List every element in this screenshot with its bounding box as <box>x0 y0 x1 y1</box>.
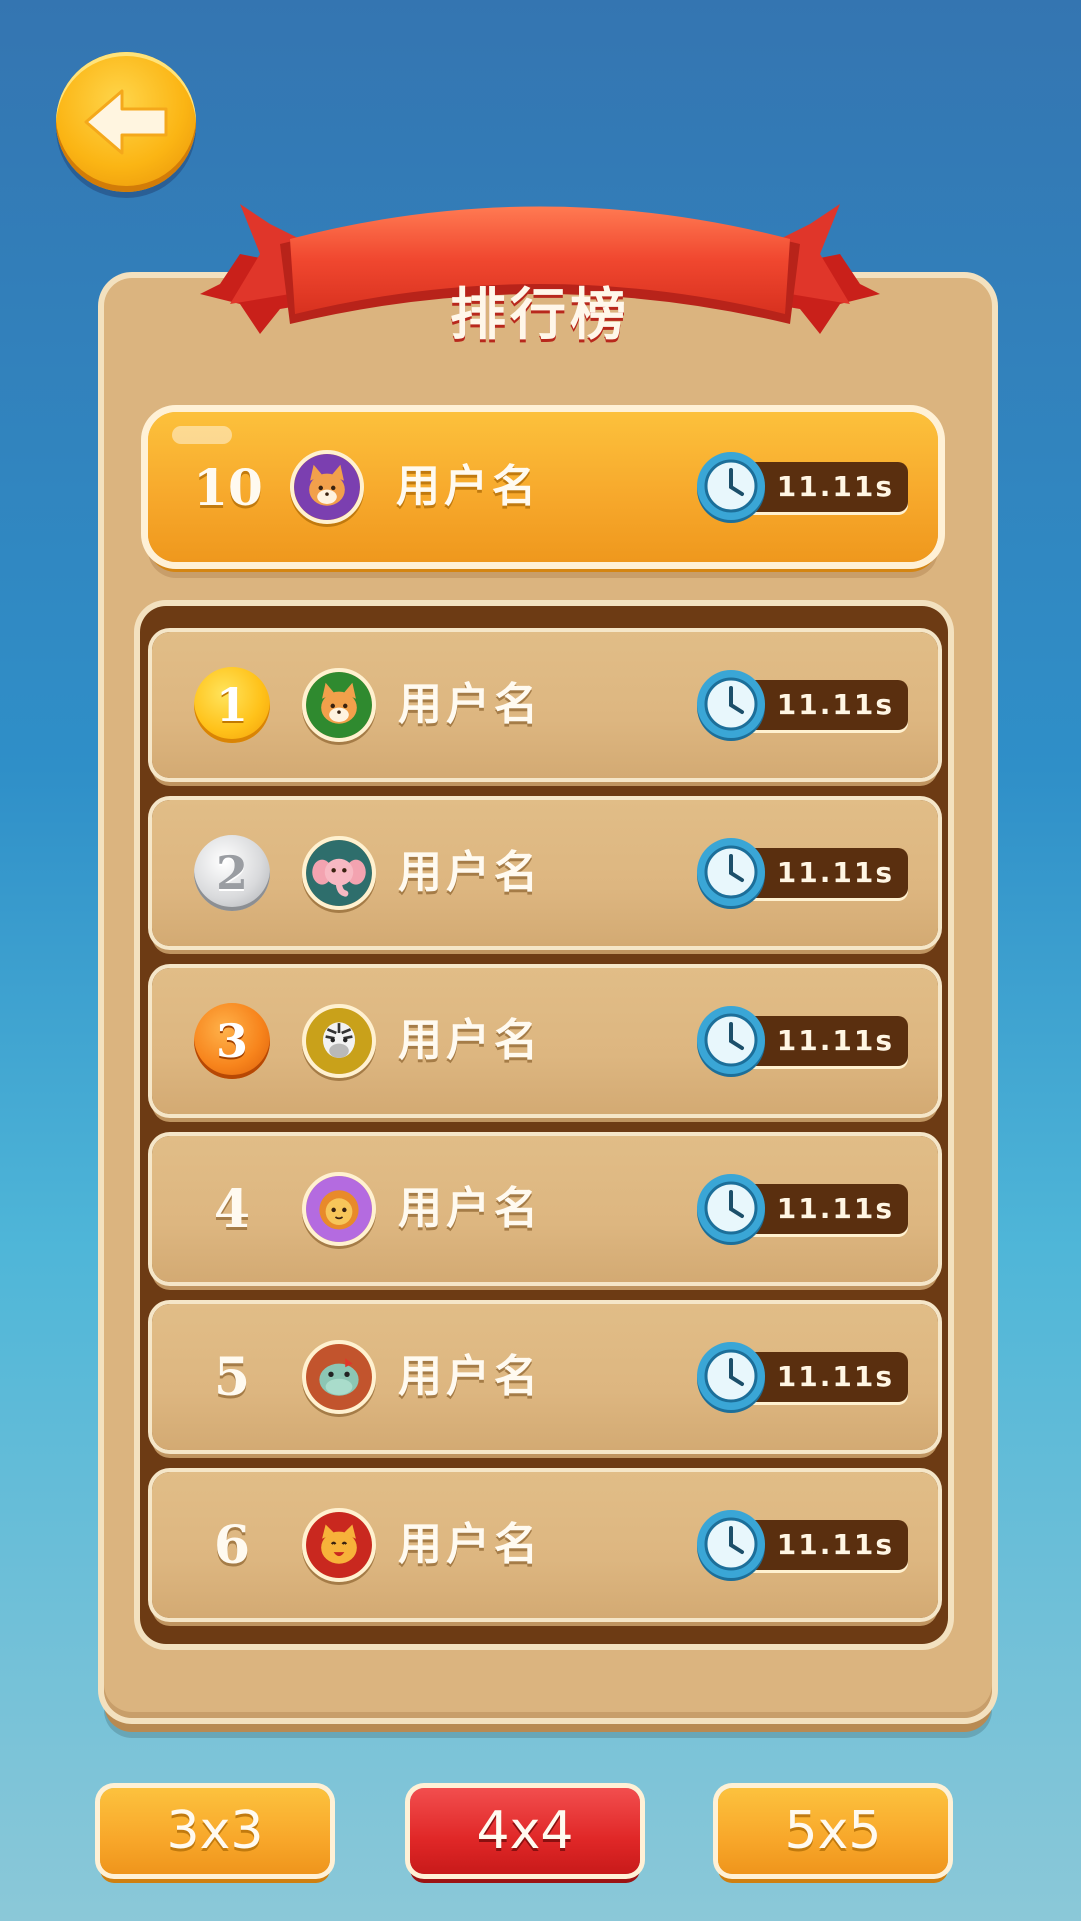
fox-avatar-icon <box>302 668 376 742</box>
clock-icon <box>694 836 768 910</box>
time-value: 11.11s <box>776 856 894 889</box>
list-item: 2 用户名 11.11s <box>152 800 938 946</box>
gold-medal-icon: 1 <box>182 665 282 745</box>
time-value: 11.11s <box>776 1192 894 1225</box>
username: 用户名 <box>398 1351 542 1402</box>
username: 用户名 <box>398 679 542 730</box>
list-item: 5 用户名 11.11s <box>152 1304 938 1450</box>
fox-avatar-icon <box>290 450 364 524</box>
time-value: 11.11s <box>776 1360 894 1393</box>
clock-icon <box>694 1004 768 1078</box>
time-value: 11.11s <box>776 1024 894 1057</box>
rank-number: 4 <box>213 1178 251 1240</box>
clock-icon <box>694 668 768 742</box>
username: 用户名 <box>398 1183 542 1234</box>
username: 用户名 <box>398 1519 542 1570</box>
username: 用户名 <box>398 1015 542 1066</box>
mode-5x5-button[interactable]: 5x5 <box>718 1788 948 1874</box>
mode-4x4-button[interactable]: 4x4 <box>410 1788 640 1874</box>
list-item: 6 用户名 11.11s <box>152 1472 938 1618</box>
page-title: 排行榜 <box>450 283 630 348</box>
title-ribbon: 排行榜 <box>200 184 880 374</box>
elephant-avatar-icon <box>302 836 376 910</box>
clock-icon <box>694 1340 768 1414</box>
back-arrow-icon <box>84 89 168 155</box>
clock-icon <box>694 1172 768 1246</box>
time-value: 11.11s <box>776 1528 894 1561</box>
hippo-avatar-icon <box>302 1340 376 1414</box>
username: 用户名 <box>398 847 542 898</box>
list-item: 1 用户名 11.11s <box>152 632 938 778</box>
bronze-medal-icon: 3 <box>182 1001 282 1081</box>
cat-avatar-icon <box>302 1508 376 1582</box>
clock-icon <box>694 1508 768 1582</box>
time-value: 11.11s <box>776 470 894 503</box>
back-button[interactable] <box>56 52 196 192</box>
rank-number: 6 <box>213 1514 251 1576</box>
username: 用户名 <box>396 461 540 512</box>
rank-number: 5 <box>213 1346 251 1408</box>
rank-number: 10 <box>193 457 263 517</box>
silver-medal-icon: 2 <box>182 833 282 913</box>
zebra-avatar-icon <box>302 1004 376 1078</box>
mode-3x3-button[interactable]: 3x3 <box>100 1788 330 1874</box>
list-item: 3 用户名 11.11s <box>152 968 938 1114</box>
list-item: 4 用户名 11.11s <box>152 1136 938 1282</box>
time-value: 11.11s <box>776 688 894 721</box>
lion-avatar-icon <box>302 1172 376 1246</box>
my-rank-row: 10 用户名 11.11s <box>148 412 938 562</box>
clock-icon <box>694 450 768 524</box>
